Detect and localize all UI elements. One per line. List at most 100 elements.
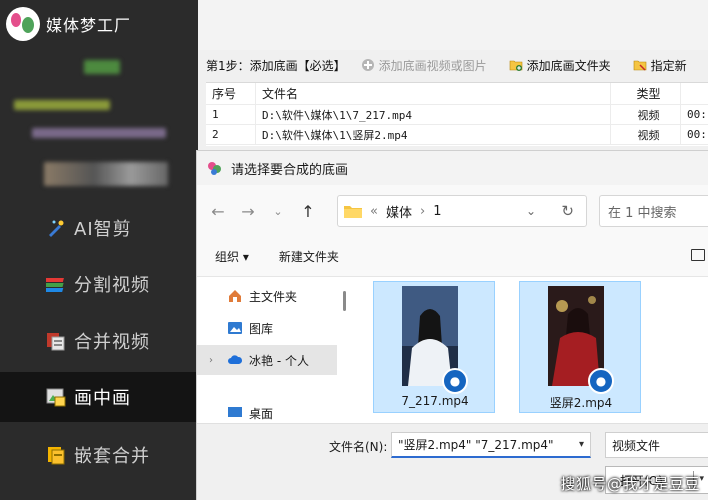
watermark: 搜狐号@我才是豆豆 [560, 475, 700, 493]
breadcrumb-current[interactable]: 1 [433, 204, 441, 219]
app-icon [207, 160, 223, 176]
open-dropdown-icon[interactable]: ▾ [699, 474, 704, 484]
column-header-filename[interactable]: 文件名 [256, 83, 611, 104]
file-name: 7_217.mp4 [401, 394, 469, 408]
ai-edit-icon [46, 218, 66, 238]
back-arrow-icon[interactable]: ← [203, 196, 233, 226]
desktop-icon [227, 405, 243, 421]
dialog-nav-bar: ← → ⌄ ↑ « 媒体 › 1 ⌄ ↻ 在 1 中搜索 [197, 185, 708, 237]
dialog-title-bar[interactable]: 请选择要合成的底画 [197, 151, 708, 185]
app-name: 媒体梦工厂 [46, 16, 132, 35]
sidebar-item-merge-video[interactable]: 合并视频 [0, 316, 198, 366]
file-list-area: ● 7_217.mp4 ● 竖屏2.mp4 [353, 277, 708, 423]
view-toggle-icon[interactable] [691, 249, 705, 261]
home-icon [227, 288, 243, 304]
sidebar-item-picture-in-picture[interactable]: 画中画 [0, 372, 198, 422]
row-type: 视频 [611, 105, 681, 124]
new-folder-button[interactable]: 新建文件夹 [279, 248, 339, 265]
split-video-icon [44, 274, 66, 294]
filetype-select[interactable]: 视频文件 [605, 432, 708, 458]
cloud-icon [227, 352, 243, 368]
step-label: 第1步：添加底画【必选】 [206, 58, 346, 73]
folder-icon [344, 204, 362, 218]
sidebar-item-label: 画中画 [74, 388, 131, 409]
brand: 媒体梦工厂 [6, 6, 131, 42]
column-header-duration[interactable] [681, 83, 708, 104]
row-index: 2 [206, 125, 256, 144]
sidebar-item-ai-edit[interactable]: AI智剪 [0, 203, 198, 253]
breadcrumb-prefix: « [370, 203, 378, 219]
blurred-badge [84, 60, 120, 74]
dialog-command-bar: 组织 ▾ 新建文件夹 [197, 237, 708, 277]
row-index: 1 [206, 105, 256, 124]
blurred-menu-item [44, 162, 168, 186]
blurred-username [14, 100, 110, 110]
row-duration: 00: [687, 128, 707, 141]
search-field[interactable]: 在 1 中搜索 [599, 195, 708, 227]
sidebar-item-nested-merge[interactable]: 嵌套合并 [0, 430, 198, 480]
video-file-badge-icon: ● [588, 368, 614, 394]
up-arrow-icon[interactable]: ↑ [293, 196, 323, 226]
step-toolbar: 第1步：添加底画【必选】 添加底画视频或图片 添加底画文件夹 指定新 [198, 50, 708, 80]
nav-item-desktop[interactable]: 桌面 [197, 405, 337, 423]
add-folder-button[interactable]: 添加底画文件夹 [502, 53, 618, 77]
picture-in-picture-icon [46, 387, 66, 407]
breadcrumb-parent[interactable]: 媒体 [386, 202, 412, 221]
address-bar[interactable]: « 媒体 › 1 ⌄ ↻ [337, 195, 587, 227]
add-files-button[interactable]: 添加底画视频或图片 [354, 53, 494, 77]
organize-button[interactable]: 组织 ▾ [215, 248, 249, 265]
video-file-badge-icon: ● [442, 368, 468, 394]
sidebar-item-label: 嵌套合并 [74, 446, 150, 467]
add-circle-icon [361, 58, 375, 72]
table-header: 序号 文件名 类型 [206, 83, 708, 105]
filetype-value: 视频文件 [612, 438, 661, 453]
blurred-account-info [32, 128, 166, 138]
nav-item-cloud[interactable]: › 冰艳 - 个人 [197, 345, 337, 375]
filename-dropdown-icon[interactable]: ▾ [579, 439, 584, 450]
nav-item-label: 图库 [249, 321, 274, 336]
refresh-icon[interactable]: ↻ [561, 202, 574, 220]
sidebar-item-label: 分割视频 [74, 275, 150, 296]
filename-value: "竖屏2.mp4" "7_217.mp4" [398, 438, 554, 452]
file-table: 序号 文件名 类型 1 D:\软件\媒体\1\7_217.mp4 视频 00: … [206, 82, 708, 146]
file-open-dialog: 请选择要合成的底画 ← → ⌄ ↑ « 媒体 › 1 ⌄ ↻ 在 1 中搜索 组… [196, 150, 708, 500]
add-folder-label: 添加底画文件夹 [526, 58, 611, 73]
nav-item-gallery[interactable]: 图库 [197, 313, 337, 343]
nav-item-label: 桌面 [249, 407, 274, 421]
filename-input[interactable]: "竖屏2.mp4" "7_217.mp4" ▾ [391, 432, 591, 458]
forward-arrow-icon[interactable]: → [233, 196, 263, 226]
row-filename: D:\软件\媒体\1\7_217.mp4 [256, 105, 611, 124]
sidebar-item-label: 合并视频 [74, 332, 150, 353]
merge-video-icon [46, 331, 66, 351]
column-header-index[interactable]: 序号 [206, 83, 256, 104]
column-header-type[interactable]: 类型 [611, 83, 681, 104]
filename-label: 文件名(N): [329, 440, 388, 454]
row-duration: 00: [687, 108, 707, 121]
sidebar: 媒体梦工厂 AI智剪 分割视频 合并视频 画中画 嵌套合并 [0, 0, 198, 500]
main-header-area [198, 0, 708, 50]
nav-item-label: 冰艳 - 个人 [249, 353, 309, 368]
sidebar-item-split-video[interactable]: 分割视频 [0, 259, 198, 309]
table-row[interactable]: 2 D:\软件\媒体\1\竖屏2.mp4 视频 00: [206, 125, 708, 145]
nested-merge-icon [46, 445, 66, 465]
sidebar-item-label: AI智剪 [74, 219, 132, 240]
row-type: 视频 [611, 125, 681, 144]
navigation-pane: 主文件夹 图库 › 冰艳 - 个人 桌面 [197, 277, 337, 423]
file-name: 竖屏2.mp4 [549, 396, 613, 410]
nav-item-home[interactable]: 主文件夹 [197, 281, 337, 311]
file-thumbnail[interactable]: ● 竖屏2.mp4 [519, 281, 641, 413]
file-thumbnail[interactable]: ● 7_217.mp4 [373, 281, 495, 413]
specify-button[interactable]: 指定新 [626, 53, 694, 77]
nav-item-label: 主文件夹 [249, 289, 298, 304]
breadcrumb-separator-icon: › [419, 203, 426, 219]
address-dropdown-icon[interactable]: ⌄ [526, 204, 536, 218]
folder-add-icon [509, 58, 523, 72]
expand-arrow-icon[interactable]: › [209, 355, 213, 366]
table-row[interactable]: 1 D:\软件\媒体\1\7_217.mp4 视频 00: [206, 105, 708, 125]
recent-chevron-icon[interactable]: ⌄ [263, 196, 293, 226]
search-placeholder: 在 1 中搜索 [608, 205, 677, 221]
app-logo [6, 7, 40, 41]
specify-label: 指定新 [650, 58, 687, 73]
nav-pane-scrollbar[interactable] [343, 291, 346, 311]
folder-specify-icon [633, 58, 647, 72]
